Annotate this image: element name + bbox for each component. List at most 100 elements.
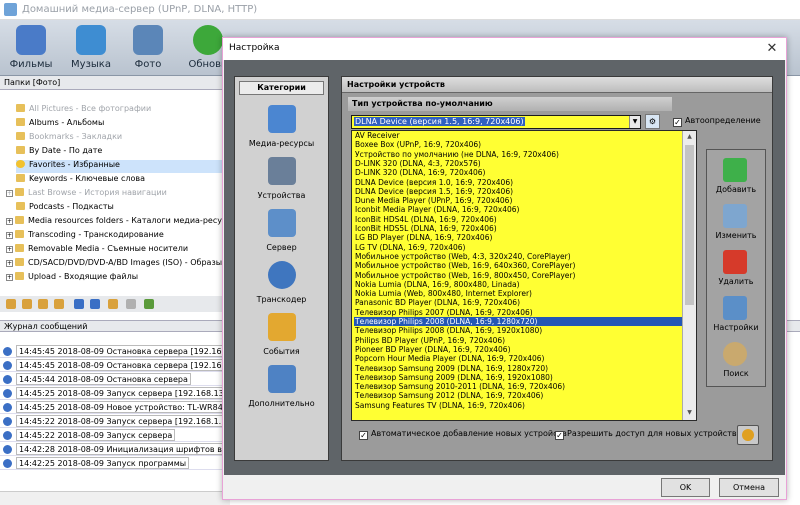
dropdown-option[interactable]: Мобильное устройство (Web, 16:9, 640x360… [354, 261, 682, 270]
edit-device-button[interactable]: Изменить [711, 201, 761, 249]
dropdown-option[interactable]: Nokia Lumia (DLNA, 16:9, 800x480, Linada… [354, 280, 682, 289]
dropdown-option[interactable]: Philips BD Player (UPnP, 16:9, 720x406) [354, 336, 682, 345]
expand-icon[interactable]: + [6, 218, 13, 225]
auto-add-checkbox[interactable]: ✓ Автоматическое добавление новых устройс… [359, 429, 567, 440]
log-row[interactable]: 14:45:44 2018-08-09 Остановка сервера [0, 373, 230, 386]
device-type-dropdown-list[interactable]: AV Receiver Boxee Box (UPnP, 16:9, 720x4… [351, 130, 697, 421]
log-horizontal-scrollbar[interactable] [0, 491, 230, 505]
expand-icon[interactable]: + [6, 274, 13, 281]
save-as-icon[interactable] [90, 299, 100, 309]
dropdown-option[interactable]: Телевизор Samsung 2009 (DLNA, 16:9, 1280… [354, 364, 682, 373]
search-devices-button[interactable]: Поиск [711, 339, 761, 387]
scrollbar-thumb[interactable] [685, 145, 694, 305]
dropdown-option[interactable]: Iconbit Media Player (DLNA, 16:9, 720x40… [354, 205, 682, 214]
dropdown-option[interactable]: Pioneer BD Player (DLNA, 16:9, 720x406) [354, 345, 682, 354]
auto-detect-checkbox[interactable]: ✓ Автоопределение [673, 116, 761, 127]
edit-folder-icon[interactable] [38, 299, 48, 309]
dropdown-option[interactable]: IconBit HDS4L (DLNA, 16:9, 720x406) [354, 215, 682, 224]
category-events[interactable]: События [235, 313, 328, 363]
dropdown-option[interactable]: Мобильное устройство (Web, 16:9, 800x450… [354, 271, 682, 280]
dropdown-option[interactable]: Телевизор Samsung 2009 (DLNA, 16:9, 1920… [354, 373, 682, 382]
tree-item[interactable]: + CD/SACD/DVD/DVD-A/BD Images (ISO) - Обр… [6, 258, 244, 271]
refresh-small-icon[interactable] [144, 299, 154, 309]
dropdown-option[interactable]: Телевизор Philips 2007 (DLNA, 16:9, 720x… [354, 308, 682, 317]
allow-access-checkbox[interactable]: ✓ Разрешить доступ для новых устройств [555, 429, 737, 440]
tree-item[interactable]: + Transcoding - Транскодирование [6, 230, 164, 243]
expand-icon[interactable]: + [6, 260, 13, 267]
scroll-up-icon[interactable]: ▲ [685, 133, 694, 142]
category-media-resources[interactable]: Медиа-ресурсы [235, 105, 328, 155]
category-server[interactable]: Сервер [235, 209, 328, 259]
dropdown-option[interactable]: Устройство по умолчанию (не DLNA, 16:9, … [354, 150, 682, 159]
toolbar-films-button[interactable]: Фильмы [3, 20, 59, 76]
tree-item[interactable]: Bookmarks - Закладки [16, 132, 122, 145]
tree-item[interactable]: Albums - Альбомы [16, 118, 104, 131]
tree-item[interactable]: + Removable Media - Съемные носители [6, 244, 188, 257]
devices-icon [268, 157, 296, 185]
device-config-button[interactable]: ⚙ [645, 114, 660, 129]
dropdown-option[interactable]: Panasonic BD Player (DLNA, 16:9, 720x406… [354, 298, 682, 307]
expand-icon[interactable]: + [6, 232, 13, 239]
tree-item[interactable]: + Last Browse - История навигации [6, 188, 167, 201]
dropdown-option[interactable]: LG BD Player (DLNA, 16:9, 720x406) [354, 233, 682, 242]
cancel-button[interactable]: Отмена [719, 478, 779, 497]
dropdown-option[interactable]: Samsung Features TV (DLNA, 16:9, 720x406… [354, 401, 682, 410]
category-advanced[interactable]: Дополнительно [235, 365, 328, 415]
dropdown-option[interactable]: D-LINK 320 (DLNA, 4:3, 720x576) [354, 159, 682, 168]
log-row[interactable]: 14:45:45 2018-08-09 Остановка сервера [1… [0, 345, 256, 358]
dropdown-option-highlighted[interactable]: Телевизор Philips 2008 (DLNA, 16:9, 1280… [354, 317, 682, 327]
open-folder-icon[interactable] [22, 299, 32, 309]
log-row[interactable]: 14:42:28 2018-08-09 Инициализация шрифто… [0, 443, 262, 456]
dropdown-option[interactable]: D-LINK 320 (DLNA, 16:9, 720x406) [354, 168, 682, 177]
save-icon[interactable] [74, 299, 84, 309]
tree-item[interactable]: + Media resources folders - Каталоги меди… [6, 216, 241, 229]
category-devices[interactable]: Устройства [235, 157, 328, 207]
log-row[interactable]: 14:45:22 2018-08-09 Запуск сервера [192.… [0, 415, 243, 428]
toolbar-music-button[interactable]: Музыка [63, 20, 119, 76]
log-row[interactable]: 14:45:45 2018-08-09 Остановка сервера [1… [0, 359, 256, 372]
tree-item[interactable]: All Pictures - Все фотографии [16, 104, 151, 117]
tree-item[interactable]: Podcasts - Подкасты [16, 202, 114, 215]
dropdown-option[interactable]: Nokia Lumia (Web, 800x480, Internet Expl… [354, 289, 682, 298]
toolbar-photo-button[interactable]: Фото [120, 20, 176, 76]
folder-tree[interactable]: All Pictures - Все фотографии Albums - А… [0, 90, 244, 290]
log-row[interactable]: 14:42:25 2018-08-09 Запуск программы [0, 457, 230, 470]
log-row[interactable]: 14:45:25 2018-08-09 Новое устройство: TL… [0, 401, 258, 414]
log-row[interactable]: 14:45:22 2018-08-09 Запуск сервера [0, 429, 230, 442]
dropdown-option[interactable]: Boxee Box (UPnP, 16:9, 720x406) [354, 140, 682, 149]
dropdown-option[interactable]: Телевизор Samsung 2010-2011 (DLNA, 16:9,… [354, 382, 682, 391]
dropdown-option[interactable]: IconBit HDS5L (DLNA, 16:9, 720x406) [354, 224, 682, 233]
dropdown-option[interactable]: DLNA Device (версия 1.0, 16:9, 720x406) [354, 178, 682, 187]
expand-icon[interactable]: + [6, 190, 13, 197]
tree-item[interactable]: Keywords - Ключевые слова [16, 174, 145, 187]
filter-icon[interactable] [126, 299, 136, 309]
dropdown-option[interactable]: Телевизор Samsung 2012 (DLNA, 16:9, 720x… [354, 391, 682, 400]
network-settings-button[interactable] [737, 425, 759, 445]
scroll-down-icon[interactable]: ▼ [685, 409, 694, 418]
close-icon[interactable]: ✕ [763, 40, 781, 58]
delete-device-button[interactable]: Удалить [711, 247, 761, 295]
dropdown-scrollbar[interactable]: ▲ ▼ [682, 131, 696, 420]
tree-item-label: Removable Media - Съемные носители [28, 244, 189, 253]
delete-folder-icon[interactable] [54, 299, 64, 309]
dropdown-option[interactable]: Мобильное устройство (Web, 4:3, 320x240,… [354, 252, 682, 261]
tree-item-selected[interactable]: Favorites - Избранные [16, 160, 230, 173]
add-folder-icon[interactable] [6, 299, 16, 309]
ok-button[interactable]: OK [661, 478, 710, 497]
dropdown-option[interactable]: Popcorn Hour Media Player (DLNA, 16:9, 7… [354, 354, 682, 363]
add-device-button[interactable]: Добавить [711, 155, 761, 203]
device-type-select[interactable]: DLNA Device (версия 1.5, 16:9, 720x406) … [351, 115, 641, 129]
dropdown-option[interactable]: LG TV (DLNA, 16:9, 720x406) [354, 243, 682, 252]
chevron-down-icon[interactable]: ▼ [629, 116, 640, 128]
folder-props-icon[interactable] [108, 299, 118, 309]
device-settings-button[interactable]: Настройки [711, 293, 761, 341]
dropdown-option[interactable]: Dune Media Player (UPnP, 16:9, 720x406) [354, 196, 682, 205]
expand-icon[interactable]: + [6, 246, 13, 253]
dropdown-option[interactable]: DLNA Device (версия 1.5, 16:9, 720x406) [354, 187, 682, 196]
dropdown-option[interactable]: AV Receiver [354, 131, 682, 140]
tree-item[interactable]: + Upload - Входящие файлы [6, 272, 138, 285]
category-transcoder[interactable]: Транскодер [235, 261, 328, 311]
dropdown-option[interactable]: Телевизор Philips 2008 (DLNA, 16:9, 1920… [354, 326, 682, 335]
log-row[interactable]: 14:45:25 2018-08-09 Запуск сервера [192.… [0, 387, 243, 400]
tree-item[interactable]: By Date - По дате [16, 146, 102, 159]
